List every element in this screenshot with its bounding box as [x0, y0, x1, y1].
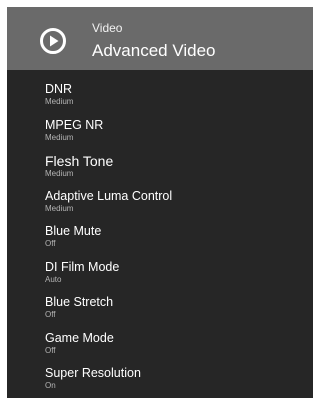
- menu-item-value: Auto: [45, 274, 62, 284]
- menu-item-value: Off: [45, 239, 56, 248]
- menu-item-label: Game Mode: [45, 330, 114, 345]
- menu-item-label: Flesh Tone: [45, 153, 114, 169]
- header: Video Advanced Video: [7, 7, 313, 70]
- menu-item-label: DNR: [45, 82, 73, 96]
- play-circle-icon: [39, 27, 67, 55]
- menu-item-label: DI Film Mode: [45, 259, 120, 274]
- menu-item-value: Medium: [45, 97, 74, 106]
- menu-item-value: Medium: [45, 132, 74, 142]
- menu-item-label: Super Resolution: [45, 366, 141, 380]
- menu-item-blue-stretch[interactable]: Blue Stretch Off: [7, 295, 313, 331]
- menu-item-super-resolution[interactable]: Super Resolution On: [7, 366, 313, 398]
- menu-item-label: Blue Mute: [45, 224, 102, 238]
- menu-item-blue-mute[interactable]: Blue Mute Off: [7, 224, 313, 260]
- menu-item-value: Medium: [45, 203, 74, 213]
- settings-panel: Video Advanced Video DNR Medium MPEG NR …: [7, 7, 313, 398]
- page-title: Advanced Video: [92, 41, 216, 60]
- menu-item-label: Blue Stretch: [45, 295, 114, 309]
- menu-item-flesh-tone[interactable]: Flesh Tone Medium: [7, 153, 313, 189]
- menu-item-mpeg-nr[interactable]: MPEG NR Medium: [7, 118, 313, 154]
- menu-item-value: On: [45, 381, 56, 390]
- header-category: Video: [92, 21, 123, 35]
- menu-item-game-mode[interactable]: Game Mode Off: [7, 331, 313, 367]
- settings-menu: DNR Medium MPEG NR Medium Flesh Tone Med…: [7, 82, 313, 398]
- menu-item-value: Off: [45, 345, 56, 355]
- menu-item-dnr[interactable]: DNR Medium: [7, 82, 313, 118]
- menu-item-value: Medium: [45, 169, 74, 178]
- menu-item-label: Adaptive Luma Control: [45, 188, 173, 203]
- menu-item-adaptive-luma-control[interactable]: Adaptive Luma Control Medium: [7, 189, 313, 225]
- menu-item-di-film-mode[interactable]: DI Film Mode Auto: [7, 260, 313, 296]
- menu-item-value: Off: [45, 310, 56, 319]
- menu-item-label: MPEG NR: [45, 117, 104, 132]
